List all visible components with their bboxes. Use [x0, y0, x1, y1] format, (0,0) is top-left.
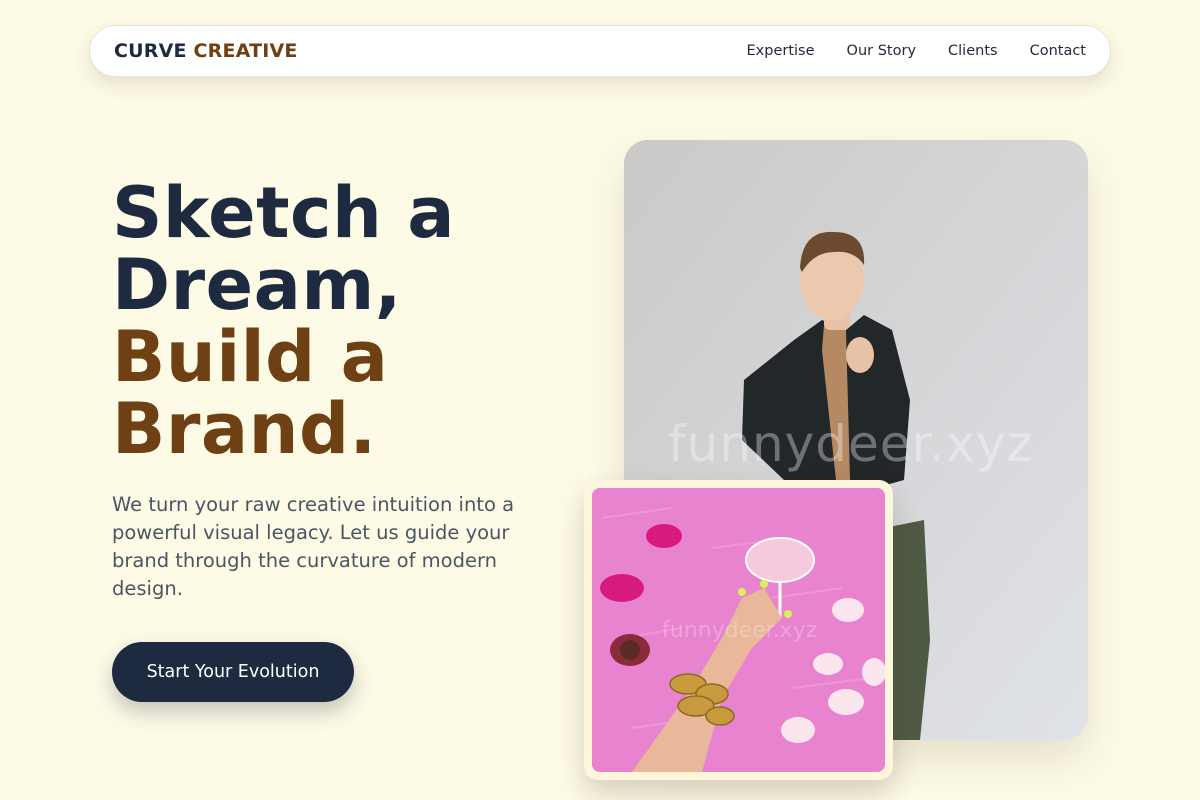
hero-subtitle: We turn your raw creative intuition into… — [112, 493, 515, 600]
brand-logo[interactable]: CURVE CREATIVE — [114, 40, 298, 62]
nav-link-expertise[interactable]: Expertise — [747, 43, 815, 59]
nav-link-contact[interactable]: Contact — [1030, 43, 1086, 59]
start-evolution-button[interactable]: Start Your Evolution — [112, 642, 354, 702]
headline-line-1: Sketch a — [112, 172, 455, 254]
top-navbar: CURVE CREATIVE Expertise Our Story Clien… — [89, 25, 1111, 77]
headline-line-3: Build a — [112, 316, 389, 398]
image-watermark-small: funnydeer.xyz — [662, 618, 818, 643]
headline-line-4: Brand. — [112, 388, 377, 470]
nav-link-clients[interactable]: Clients — [948, 43, 998, 59]
brand-logo-part1: CURVE — [114, 40, 187, 62]
hero-headline: Sketch a Dream, Build a Brand. — [112, 177, 592, 465]
headline-line-2: Dream, — [112, 244, 402, 326]
hero-photo-frame: funnydeer.xyz — [584, 480, 893, 780]
nav-link-our-story[interactable]: Our Story — [847, 43, 916, 59]
image-watermark: funnydeer.xyz — [668, 415, 1034, 473]
hero-photo-jewelry: funnydeer.xyz — [592, 488, 885, 772]
nav-links: Expertise Our Story Clients Contact — [747, 43, 1086, 59]
page: CURVE CREATIVE Expertise Our Story Clien… — [0, 0, 1200, 800]
brand-logo-part2: CREATIVE — [193, 40, 298, 62]
